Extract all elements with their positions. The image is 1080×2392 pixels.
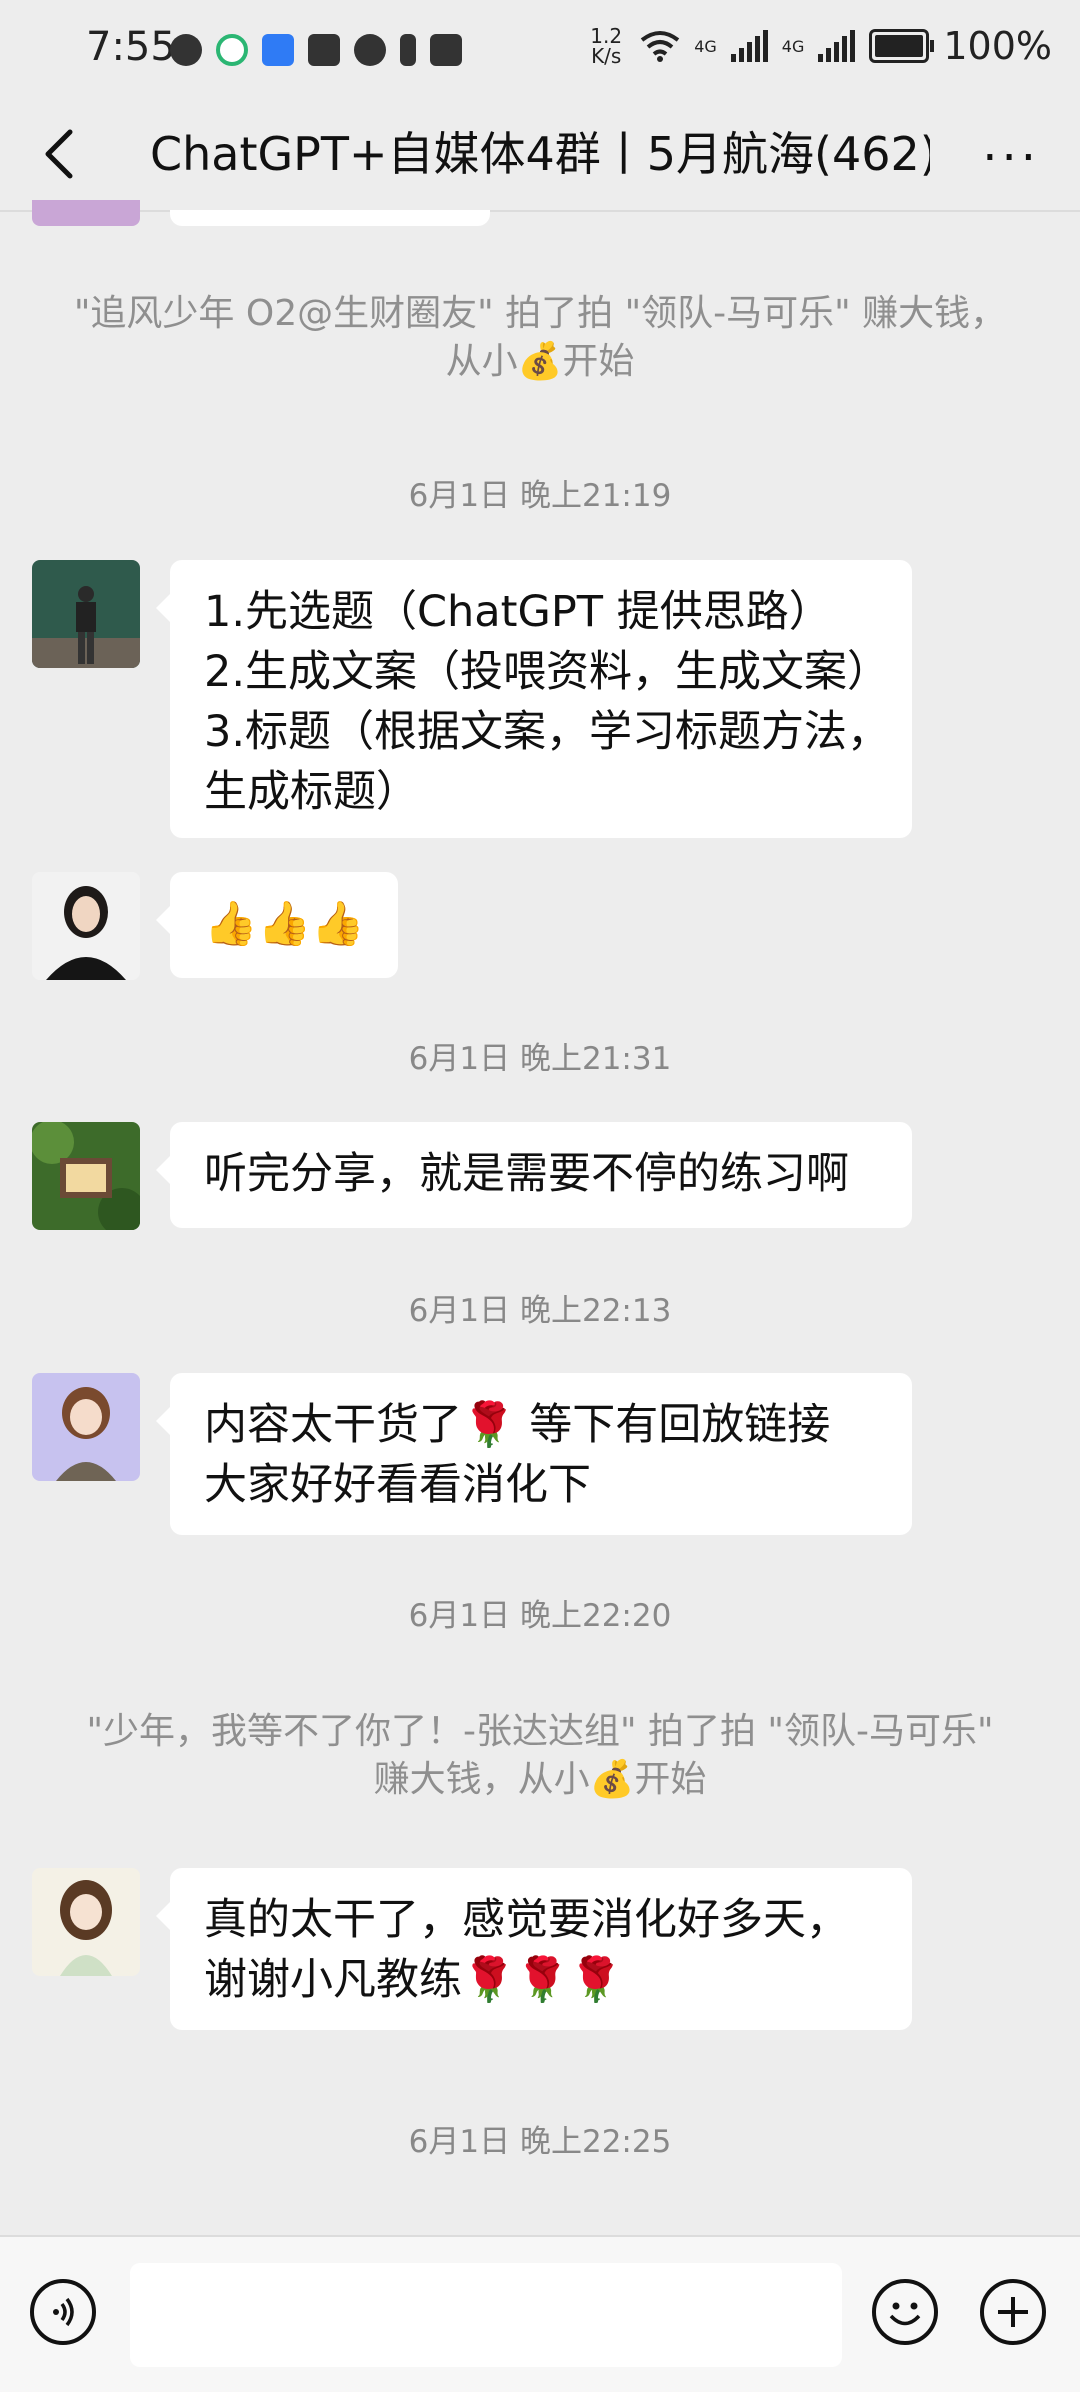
message-text: 听完分享，就是需要不停的练习啊 bbox=[204, 1149, 849, 1199]
timestamp: 6月1日 晚上22:13 bbox=[408, 1293, 672, 1329]
message-text: 👍👍👍 bbox=[204, 899, 365, 949]
voice-button[interactable] bbox=[30, 2279, 96, 2345]
message-bubble: 👍👍👍 bbox=[156, 872, 398, 978]
net-speed: 1.2 K/s bbox=[586, 26, 626, 66]
message-input[interactable] bbox=[130, 2263, 842, 2367]
sync-icon bbox=[216, 34, 248, 66]
timestamp: 6月1日 晚上22:20 bbox=[408, 1598, 672, 1634]
alarm-icon bbox=[354, 34, 386, 66]
avatar[interactable] bbox=[32, 1868, 140, 1976]
avatar[interactable] bbox=[32, 1373, 140, 1481]
status-right-group: 1.2 K/s 4G 4G 100% bbox=[586, 24, 1052, 68]
message-text: 大家好好看看消化下 bbox=[204, 1460, 591, 1510]
status-time: 7:55 bbox=[86, 24, 176, 70]
message-text: 2.生成文案（投喂资料，生成文案） bbox=[204, 647, 891, 697]
message-bubble: 真的太干了，感觉要消化好多天， 谢谢小凡教练🌹🌹🌹 bbox=[156, 1868, 912, 2030]
message-text: 生成标题） bbox=[204, 767, 419, 817]
wechat-icon bbox=[170, 34, 202, 66]
avatar[interactable] bbox=[32, 872, 140, 980]
chevron-left-icon[interactable] bbox=[36, 126, 86, 182]
message-bubble: 听完分享，就是需要不停的练习啊 bbox=[156, 1122, 912, 1228]
timestamp: 6月1日 晚上22:25 bbox=[408, 2124, 672, 2160]
battery-icon bbox=[869, 29, 935, 63]
more-options-button[interactable]: ··· bbox=[982, 130, 1040, 186]
plus-icon bbox=[998, 2297, 1028, 2327]
status-notification-icons bbox=[170, 34, 462, 66]
partial-bubble bbox=[170, 210, 490, 226]
emoji-button[interactable] bbox=[872, 2279, 938, 2345]
emoji-icon bbox=[889, 2302, 921, 2326]
net-speed-value: 1.2 bbox=[590, 24, 623, 48]
avatar[interactable] bbox=[32, 1122, 140, 1230]
message-bubble: 内容太干货了🌹 等下有回放链接 大家好好看看消化下 bbox=[156, 1373, 912, 1535]
avatar[interactable] bbox=[32, 560, 140, 668]
message-text: 真的太干了，感觉要消化好多天， bbox=[204, 1895, 849, 1945]
input-bar bbox=[0, 2235, 1080, 2392]
mute-icon bbox=[430, 34, 462, 66]
timestamp: 6月1日 晚上21:31 bbox=[408, 1041, 672, 1077]
battery-percent: 100% bbox=[943, 24, 1052, 68]
net-type-1: 4G bbox=[694, 36, 717, 56]
partial-avatar[interactable] bbox=[32, 200, 140, 226]
message-text: 内容太干货了🌹 等下有回放链接 bbox=[204, 1400, 831, 1450]
net-type-2: 4G bbox=[781, 36, 805, 56]
chat-title: ChatGPT+自媒体4群丨5月航海(462) bbox=[150, 127, 930, 181]
cloud-icon bbox=[262, 34, 294, 66]
message-text: 谢谢小凡教练🌹🌹🌹 bbox=[204, 1955, 623, 2005]
signal-icon-2 bbox=[818, 30, 856, 62]
chat-header: ChatGPT+自媒体4群丨5月航海(462) ··· bbox=[0, 100, 1080, 210]
nfc-icon bbox=[308, 34, 340, 66]
timestamp: 6月1日 晚上21:19 bbox=[408, 478, 672, 514]
message-text: 3.标题（根据文案，学习标题方法， bbox=[204, 707, 891, 757]
plus-button[interactable] bbox=[980, 2279, 1046, 2345]
net-speed-unit: K/s bbox=[591, 44, 622, 68]
status-bar: 7:55 1.2 K/s 4G 4G 100% bbox=[0, 0, 1080, 100]
bluetooth-icon bbox=[400, 34, 416, 66]
wifi-icon bbox=[640, 31, 680, 62]
system-message: "追风少年 O2@生财圈友" 拍了拍 "领队-马可乐" 赚大钱，从小💰开始 bbox=[73, 293, 1007, 382]
voice-icon bbox=[53, 2297, 74, 2327]
message-text: 1.先选题（ChatGPT 提供思路） bbox=[204, 587, 832, 637]
system-message: "少年，我等不了你了！-张达达组" 拍了拍 "领队-马可乐" 赚大钱，从小💰开始 bbox=[86, 1711, 994, 1800]
signal-icon bbox=[730, 30, 768, 62]
header-divider bbox=[0, 210, 1080, 212]
message-bubble: 1.先选题（ChatGPT 提供思路） 2.生成文案（投喂资料，生成文案） 3.… bbox=[156, 560, 912, 838]
